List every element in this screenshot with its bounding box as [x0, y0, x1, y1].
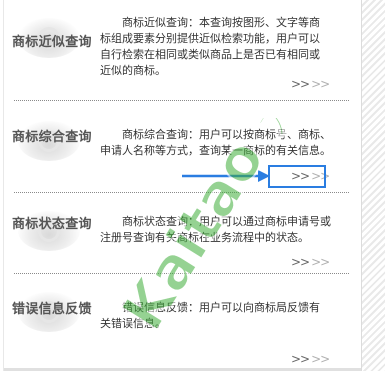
more-link[interactable]: >> >>	[291, 77, 330, 91]
side-stripe	[361, 0, 385, 371]
section-description: 错误信息反馈：用户可以向商标局反馈有 关错误信息。	[100, 301, 320, 330]
section-description: 商标综合查询：用户可以按商标号、商标、 申请人名称等方式，查询某一商标的有关信息…	[100, 128, 331, 157]
section-title: 商标综合查询	[12, 130, 92, 145]
section-status-query: 商标状态查询 商标状态查询：用户可以通过商标申请号或 注册号查询有关商标在业务流…	[4, 193, 361, 275]
section-description: 商标状态查询：用户可以通过商标申请号或 注册号查询有关商标在业务流程中的状态。	[100, 215, 331, 244]
section-title: 商标状态查询	[12, 217, 92, 232]
section-title: 商标近似查询	[12, 35, 92, 50]
more-link[interactable]: >> >>	[291, 352, 330, 366]
section-description: 商标近似查询：本查询按图形、文字等商 标组成要素分别提供近似检索功能，用户可以 …	[100, 16, 320, 77]
more-link[interactable]: >> >>	[291, 255, 330, 269]
highlight-box	[268, 165, 326, 188]
section-error-feedback: 错误信息反馈 错误信息反馈：用户可以向商标局反馈有 关错误信息。 >> >>	[4, 274, 361, 366]
section-similar-query: 商标近似查询 商标近似查询：本查询按图形、文字等商 标组成要素分别提供近似检索功…	[4, 0, 361, 100]
pointer-arrow-icon	[182, 170, 270, 182]
section-title: 错误信息反馈	[12, 302, 92, 317]
